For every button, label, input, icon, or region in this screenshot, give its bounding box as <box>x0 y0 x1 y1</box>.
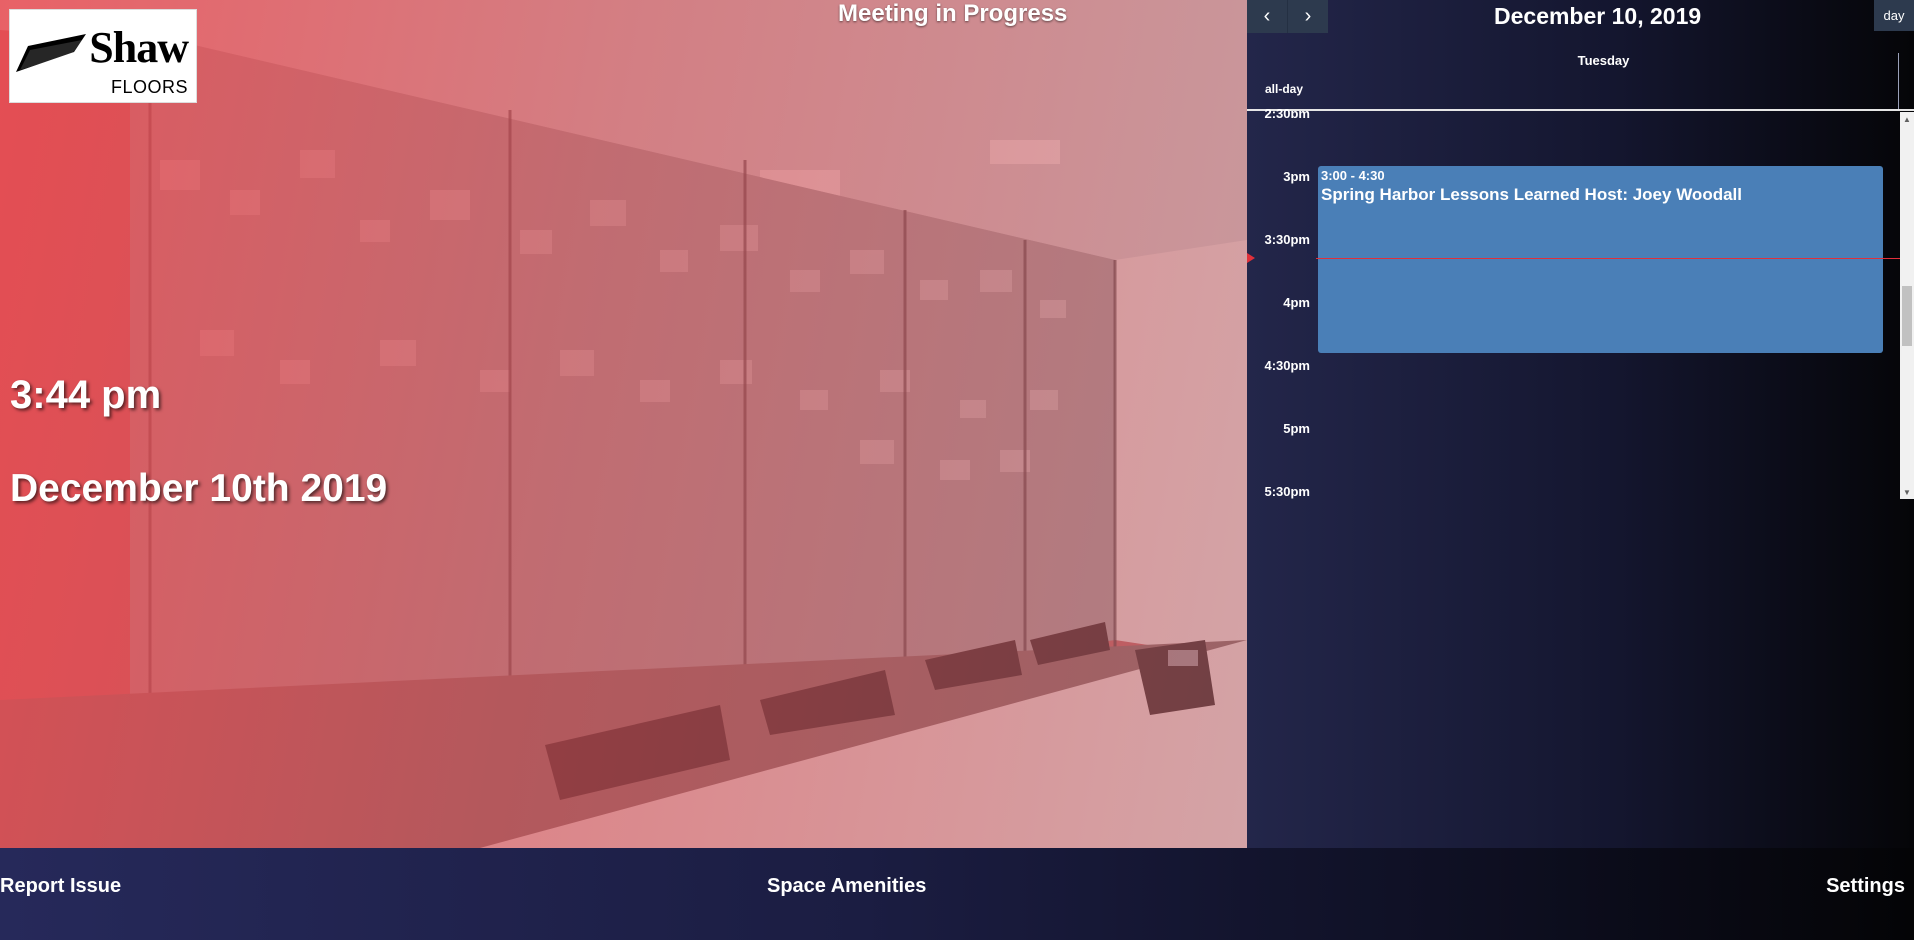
all-day-label: all-day <box>1265 82 1304 96</box>
day-column-header: Tuesday <box>1577 53 1630 68</box>
scroll-thumb[interactable] <box>1902 286 1912 346</box>
calendar-title: December 10, 2019 <box>1494 3 1702 29</box>
status-tint-overlay <box>0 0 1247 848</box>
time-slot-label: 3:30pm <box>1264 232 1310 247</box>
time-slot-label: 5:30pm <box>1264 484 1310 499</box>
room-status-title: Meeting in Progress <box>838 0 1068 27</box>
current-time: 3:44 pm <box>10 373 162 417</box>
shaw-floors-logo: Shaw FLOORS <box>9 9 197 103</box>
logo-wordmark: Shaw <box>89 23 189 72</box>
column-divider <box>1898 53 1899 109</box>
chevron-left-icon: ‹ <box>1263 5 1271 27</box>
now-indicator-arrow-icon <box>1247 253 1255 263</box>
space-amenities-button[interactable]: Space Amenities <box>767 875 926 898</box>
time-slot-label: 2:30pm <box>1264 106 1310 118</box>
next-day-button[interactable]: › <box>1288 0 1328 33</box>
now-indicator-line <box>1316 258 1914 259</box>
calendar-panel: ‹ › December 10, 2019 day Tuesday all-da… <box>1247 0 1914 848</box>
settings-button[interactable]: Settings <box>1826 875 1905 898</box>
time-slot-label: 5pm <box>1283 421 1310 436</box>
report-issue-button[interactable]: Report Issue <box>0 875 121 898</box>
event-time: 3:00 - 4:30 <box>1321 168 1385 183</box>
current-date: December 10th 2019 <box>10 467 388 510</box>
logo-subtitle: FLOORS <box>110 77 188 97</box>
logo-swoosh-icon <box>16 34 86 72</box>
footer-bar: Report Issue Space Amenities Settings <box>0 848 1914 940</box>
calendar-scrollbar[interactable]: ▲ ▼ <box>1900 112 1914 499</box>
event-title: Spring Harbor Lessons Learned Host: Joey… <box>1321 185 1742 204</box>
calendar-event[interactable]: 3:00 - 4:30 Spring Harbor Lessons Learne… <box>1318 166 1883 353</box>
all-day-separator <box>1247 109 1914 111</box>
room-hero-panel: Shaw FLOORS 3:44 pm December 10th 2019 <box>0 0 1247 848</box>
view-day-button[interactable]: day <box>1874 0 1914 31</box>
prev-day-button[interactable]: ‹ <box>1247 0 1288 33</box>
calendar-nav: ‹ › <box>1247 0 1328 33</box>
time-slot-label: 4pm <box>1283 295 1310 310</box>
scroll-down-icon[interactable]: ▼ <box>1900 485 1914 499</box>
chevron-right-icon: › <box>1304 5 1312 27</box>
time-slot-label: 3pm <box>1283 169 1310 184</box>
time-slot-label: 4:30pm <box>1264 358 1310 373</box>
scroll-up-icon[interactable]: ▲ <box>1900 112 1914 126</box>
